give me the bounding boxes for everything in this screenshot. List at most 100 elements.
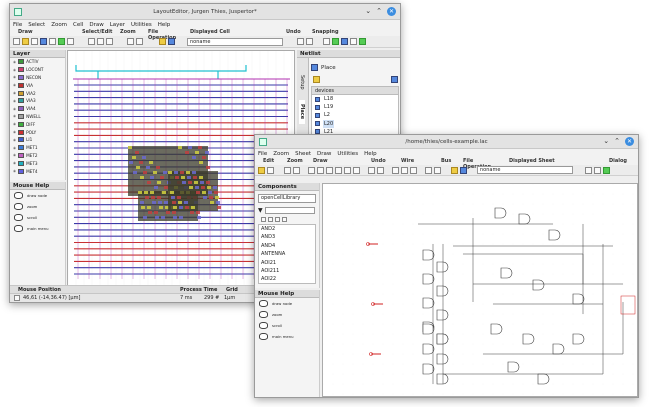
menu-draw[interactable]: Draw (317, 151, 331, 157)
zoom-fit-icon[interactable] (284, 166, 291, 174)
layer-row[interactable]: ◉ MET4 (10, 167, 65, 175)
save-icon[interactable] (460, 166, 467, 174)
layer-row[interactable]: ◉ NECON (10, 74, 65, 82)
bus-entry-icon[interactable] (434, 166, 441, 174)
layer-row[interactable]: ◉ LOCONT (10, 66, 65, 74)
visibility-icon[interactable]: ◉ (13, 60, 16, 64)
layer-row[interactable]: ◉ VIA (10, 81, 65, 89)
wire-label-icon[interactable] (401, 166, 408, 174)
menu-utilities[interactable]: Utilities (337, 151, 358, 157)
visibility-icon[interactable]: ◉ (13, 91, 16, 95)
layer-row[interactable]: ◉ LI1 (10, 136, 65, 144)
filter-icon[interactable]: ▼ (258, 207, 263, 214)
minimize-icon[interactable]: ⌄ (365, 7, 371, 16)
dialog-properties-icon[interactable] (585, 166, 592, 174)
menu-help[interactable]: Help (364, 151, 377, 157)
maximize-icon[interactable]: ⌃ (376, 7, 382, 16)
draw-text-icon[interactable] (335, 166, 342, 174)
snap-center-icon[interactable] (359, 38, 366, 45)
layer-row[interactable]: ◉ NWELL (10, 113, 65, 121)
wire-icon[interactable] (392, 166, 399, 174)
menu-file[interactable]: File (13, 22, 22, 28)
open-folder-icon[interactable] (451, 166, 458, 174)
snap-point-icon[interactable] (332, 38, 339, 45)
menu-draw[interactable]: Draw (89, 22, 103, 28)
move-icon[interactable] (106, 38, 113, 45)
maximize-icon[interactable]: ⌃ (614, 137, 620, 146)
visibility-icon[interactable]: ◉ (13, 122, 16, 126)
layer-row[interactable]: ◉ ACTIV (10, 58, 65, 66)
layer-row[interactable]: ◉ DIFF (10, 120, 65, 128)
visibility-icon[interactable]: ◉ (13, 114, 16, 118)
visibility-icon[interactable]: ◉ (13, 83, 16, 87)
open-folder-icon[interactable] (159, 38, 166, 45)
library-select[interactable]: openCellLibrary (258, 194, 316, 203)
visibility-icon[interactable]: ◉ (13, 169, 16, 173)
visibility-icon[interactable]: ◉ (13, 107, 16, 111)
menu-layer[interactable]: Layer (110, 22, 125, 28)
delete-icon[interactable] (282, 216, 287, 222)
component-item[interactable]: AND3 (259, 233, 315, 241)
select-icon[interactable] (258, 166, 265, 174)
add-icon[interactable] (261, 216, 266, 222)
minimize-icon[interactable]: ⌄ (603, 137, 609, 146)
layout-title-bar[interactable]: LayoutEditor, Jurgen Thies, Juspertor* ⌄… (10, 4, 400, 20)
wire-junction-icon[interactable] (410, 166, 417, 174)
layer-row[interactable]: ◉ VIA3 (10, 97, 65, 105)
layer-row[interactable]: ◉ MET2 (10, 152, 65, 160)
component-item[interactable]: AND2 (259, 225, 315, 233)
menu-zoom[interactable]: Zoom (51, 22, 67, 28)
schematic-canvas[interactable] (322, 183, 638, 397)
close-icon[interactable]: ✕ (387, 7, 396, 16)
visibility-icon[interactable]: ◉ (13, 138, 16, 142)
draw-box-icon[interactable] (317, 166, 324, 174)
layer-row[interactable]: ◉ VIA4 (10, 105, 65, 113)
component-item[interactable]: AOI22 (259, 275, 315, 283)
draw-path-icon[interactable] (31, 38, 38, 45)
undo-icon[interactable] (297, 38, 304, 45)
layer-row[interactable]: ◉ POLY (10, 128, 65, 136)
menu-cell[interactable]: Cell (73, 22, 83, 28)
draw-circle-icon[interactable] (326, 166, 333, 174)
draw-via-icon[interactable] (67, 38, 74, 45)
displayed-cell-select[interactable]: noname (187, 37, 283, 46)
redo-icon[interactable] (377, 166, 384, 174)
menu-file[interactable]: File (258, 151, 267, 157)
device-item[interactable]: L19 (312, 103, 398, 111)
tab-setup[interactable]: Setup (299, 68, 305, 96)
device-item[interactable]: L2 (312, 111, 398, 119)
visibility-icon[interactable]: ◉ (13, 75, 16, 79)
dialog-netlist-icon[interactable] (594, 166, 601, 174)
visibility-icon[interactable]: ◉ (13, 161, 16, 165)
close-icon[interactable]: ✕ (625, 137, 634, 146)
edit-icon[interactable] (268, 216, 273, 222)
device-item[interactable]: L18 (312, 95, 398, 103)
tab-place[interactable]: Place (299, 100, 305, 124)
visibility-icon[interactable]: ◉ (13, 99, 16, 103)
copy-icon[interactable] (275, 216, 280, 222)
component-item[interactable]: AOI211 (259, 267, 315, 275)
menu-sheet[interactable]: Sheet (295, 151, 311, 157)
save-icon[interactable] (168, 38, 175, 45)
draw-pin-icon[interactable] (344, 166, 351, 174)
zoom-in-icon[interactable] (136, 38, 143, 45)
snap-middle-icon[interactable] (350, 38, 357, 45)
device-item[interactable]: L20 (312, 119, 398, 128)
visibility-icon[interactable]: ◉ (13, 130, 16, 134)
draw-cell-icon[interactable] (58, 38, 65, 45)
draw-text-icon[interactable] (40, 38, 47, 45)
undo-icon[interactable] (368, 166, 375, 174)
component-item[interactable]: ANTENNA (259, 250, 315, 258)
bus-icon[interactable] (425, 166, 432, 174)
layer-row[interactable]: ◉ MET3 (10, 159, 65, 167)
settings-icon[interactable] (313, 76, 320, 83)
snap-grid-icon[interactable] (323, 38, 330, 45)
layer-row[interactable]: ◉ VIA2 (10, 89, 65, 97)
redo-icon[interactable] (306, 38, 313, 45)
draw-line-icon[interactable] (308, 166, 315, 174)
visibility-icon[interactable]: ◉ (13, 68, 16, 72)
refresh-icon[interactable] (391, 76, 398, 83)
select-icon[interactable] (88, 38, 95, 45)
menu-utilities[interactable]: Utilities (131, 22, 152, 28)
menu-select[interactable]: Select (28, 22, 45, 28)
